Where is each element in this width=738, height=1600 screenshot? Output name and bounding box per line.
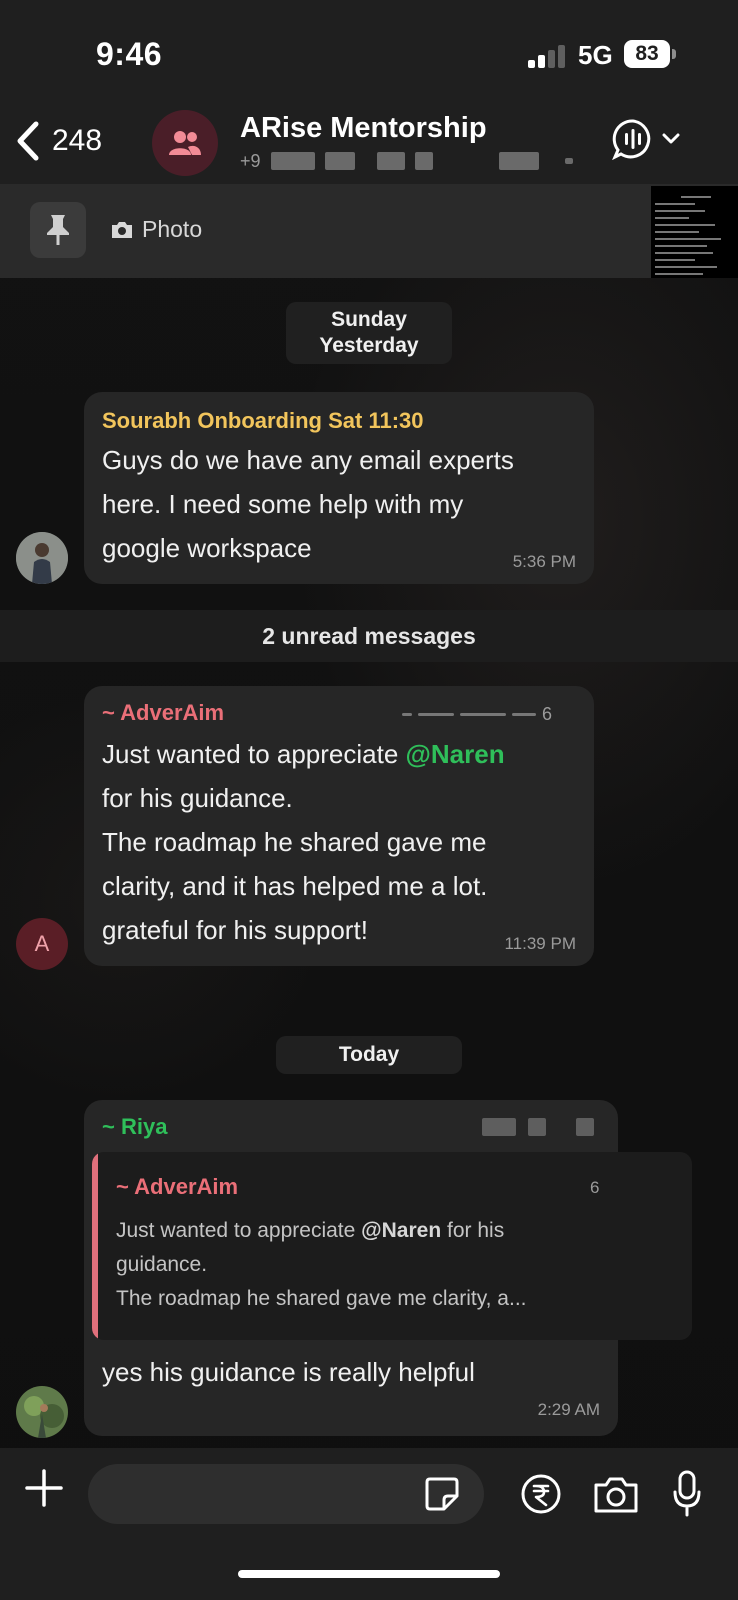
sender-phone: 6 xyxy=(402,704,552,725)
quoted-sender: ~ AdverAim xyxy=(116,1174,239,1199)
date-chip-line1: Sunday xyxy=(331,308,407,331)
sender-name[interactable]: ~ AdverAim xyxy=(102,700,224,726)
sticker-icon xyxy=(425,1477,459,1511)
message-time: 11:39 PM xyxy=(504,934,576,953)
rupee-icon xyxy=(521,1474,561,1514)
quoted-message[interactable]: ~ AdverAim 6 Just wanted to appreciate @… xyxy=(92,1152,692,1340)
attach-button[interactable] xyxy=(24,1468,64,1513)
sender-name[interactable]: ~ Riya xyxy=(102,1114,167,1140)
quoted-phone-suffix: 6 xyxy=(590,1178,600,1197)
date-chip-line2: Yesterday xyxy=(319,334,419,357)
message-bubble[interactable]: ~ AdverAim 6 Just wanted to appreciate @… xyxy=(84,686,594,966)
message-text: Guys do we have any email experts here. … xyxy=(102,438,514,570)
back-button[interactable]: 248 xyxy=(14,120,102,162)
members-prefix: +9 xyxy=(240,150,261,171)
audio-call-icon xyxy=(612,119,651,160)
pinned-thumbnail[interactable] xyxy=(651,186,738,278)
message-line: for his guidance. xyxy=(102,783,293,813)
chevron-down-icon xyxy=(662,133,680,144)
camera-icon xyxy=(594,1477,638,1513)
plus-icon xyxy=(25,1469,63,1507)
date-chip-yesterday: Sunday Yesterday xyxy=(286,302,452,364)
battery-tip xyxy=(672,49,676,59)
message-line: here. I need some help with my xyxy=(102,489,464,519)
redacted-block xyxy=(414,152,433,170)
pinned-text: Photo xyxy=(142,216,203,242)
group-icon xyxy=(169,131,201,155)
message-line: google workspace xyxy=(102,533,312,563)
message-line-prefix: Just wanted to appreciate xyxy=(102,739,406,769)
camera-button[interactable] xyxy=(592,1476,640,1519)
message-bubble[interactable]: ~ Riya ~ AdverAim 6 Just wanted to appre… xyxy=(84,1100,692,1436)
camera-icon xyxy=(112,221,132,238)
audio-call-button[interactable] xyxy=(612,118,680,160)
avatar-photo xyxy=(16,1386,68,1438)
signal-icon xyxy=(528,44,568,68)
network-label: 5G xyxy=(578,40,613,70)
redacted-block xyxy=(324,152,355,170)
chevron-left-icon xyxy=(17,121,39,161)
group-name[interactable]: ARise Mentorship xyxy=(240,112,487,145)
message-line: clarity, and it has helped me a lot. xyxy=(102,871,488,901)
avatar-photo xyxy=(16,532,68,584)
voice-message-button[interactable] xyxy=(672,1470,702,1523)
redacted-block xyxy=(270,152,315,170)
mention-link[interactable]: @Naren xyxy=(406,739,505,769)
pin-button[interactable] xyxy=(30,202,86,258)
message-line: The roadmap he shared gave me xyxy=(102,827,487,857)
unread-messages-divider: 2 unread messages xyxy=(0,610,738,662)
message-line: Guys do we have any email experts xyxy=(102,445,514,475)
battery-icon: 83 xyxy=(624,40,670,68)
message-time: 5:36 PM xyxy=(512,552,576,571)
avatar[interactable] xyxy=(16,532,68,584)
sender-phone xyxy=(482,1118,594,1136)
redacted-block xyxy=(498,152,539,170)
unread-count: 248 xyxy=(52,124,103,157)
group-members: +9 xyxy=(240,150,573,172)
quoted-mention: @Naren xyxy=(361,1219,442,1242)
message-time: 2:29 AM xyxy=(537,1400,600,1419)
quoted-text: Just wanted to appreciate @Naren for his… xyxy=(116,1214,686,1316)
mic-icon xyxy=(673,1470,701,1517)
message-text: Just wanted to appreciate @Naren for his… xyxy=(102,732,582,952)
sticker-button[interactable] xyxy=(424,1476,460,1517)
payment-button[interactable] xyxy=(520,1473,562,1520)
message-line: Just wanted to appreciate @Naren xyxy=(102,732,582,776)
status-bar: 9:46 5G 83 xyxy=(0,0,738,110)
home-indicator[interactable] xyxy=(238,1570,500,1578)
pinned-message-bar[interactable]: Photo xyxy=(0,184,738,278)
message-text: yes his guidance is really helpful xyxy=(102,1357,475,1387)
chat-header: 248 ARise Mentorship +9 xyxy=(0,110,738,184)
sender-name[interactable]: Sourabh Onboarding Sat 11:30 xyxy=(102,408,424,434)
quoted-line: The roadmap he shared gave me clarity, a… xyxy=(116,1287,527,1310)
pin-icon xyxy=(47,215,69,245)
redacted-block xyxy=(564,158,573,164)
pinned-photo-label: Photo xyxy=(110,216,202,243)
avatar[interactable]: A xyxy=(16,918,68,970)
phone-suffix: 6 xyxy=(542,704,553,724)
message-bubble[interactable]: Sourabh Onboarding Sat 11:30 Guys do we … xyxy=(84,392,594,584)
redacted-block xyxy=(376,152,405,170)
group-avatar[interactable] xyxy=(152,110,218,176)
quoted-line-suffix: for his xyxy=(441,1219,505,1242)
status-time: 9:46 xyxy=(96,36,163,72)
quoted-line: guidance. xyxy=(116,1253,208,1276)
quote-accent-bar xyxy=(92,1152,98,1340)
date-chip-today: Today xyxy=(276,1036,462,1074)
avatar[interactable] xyxy=(16,1386,68,1438)
quoted-line-prefix: Just wanted to appreciate xyxy=(116,1219,362,1242)
quoted-line: Just wanted to appreciate @Naren for his xyxy=(116,1214,686,1248)
